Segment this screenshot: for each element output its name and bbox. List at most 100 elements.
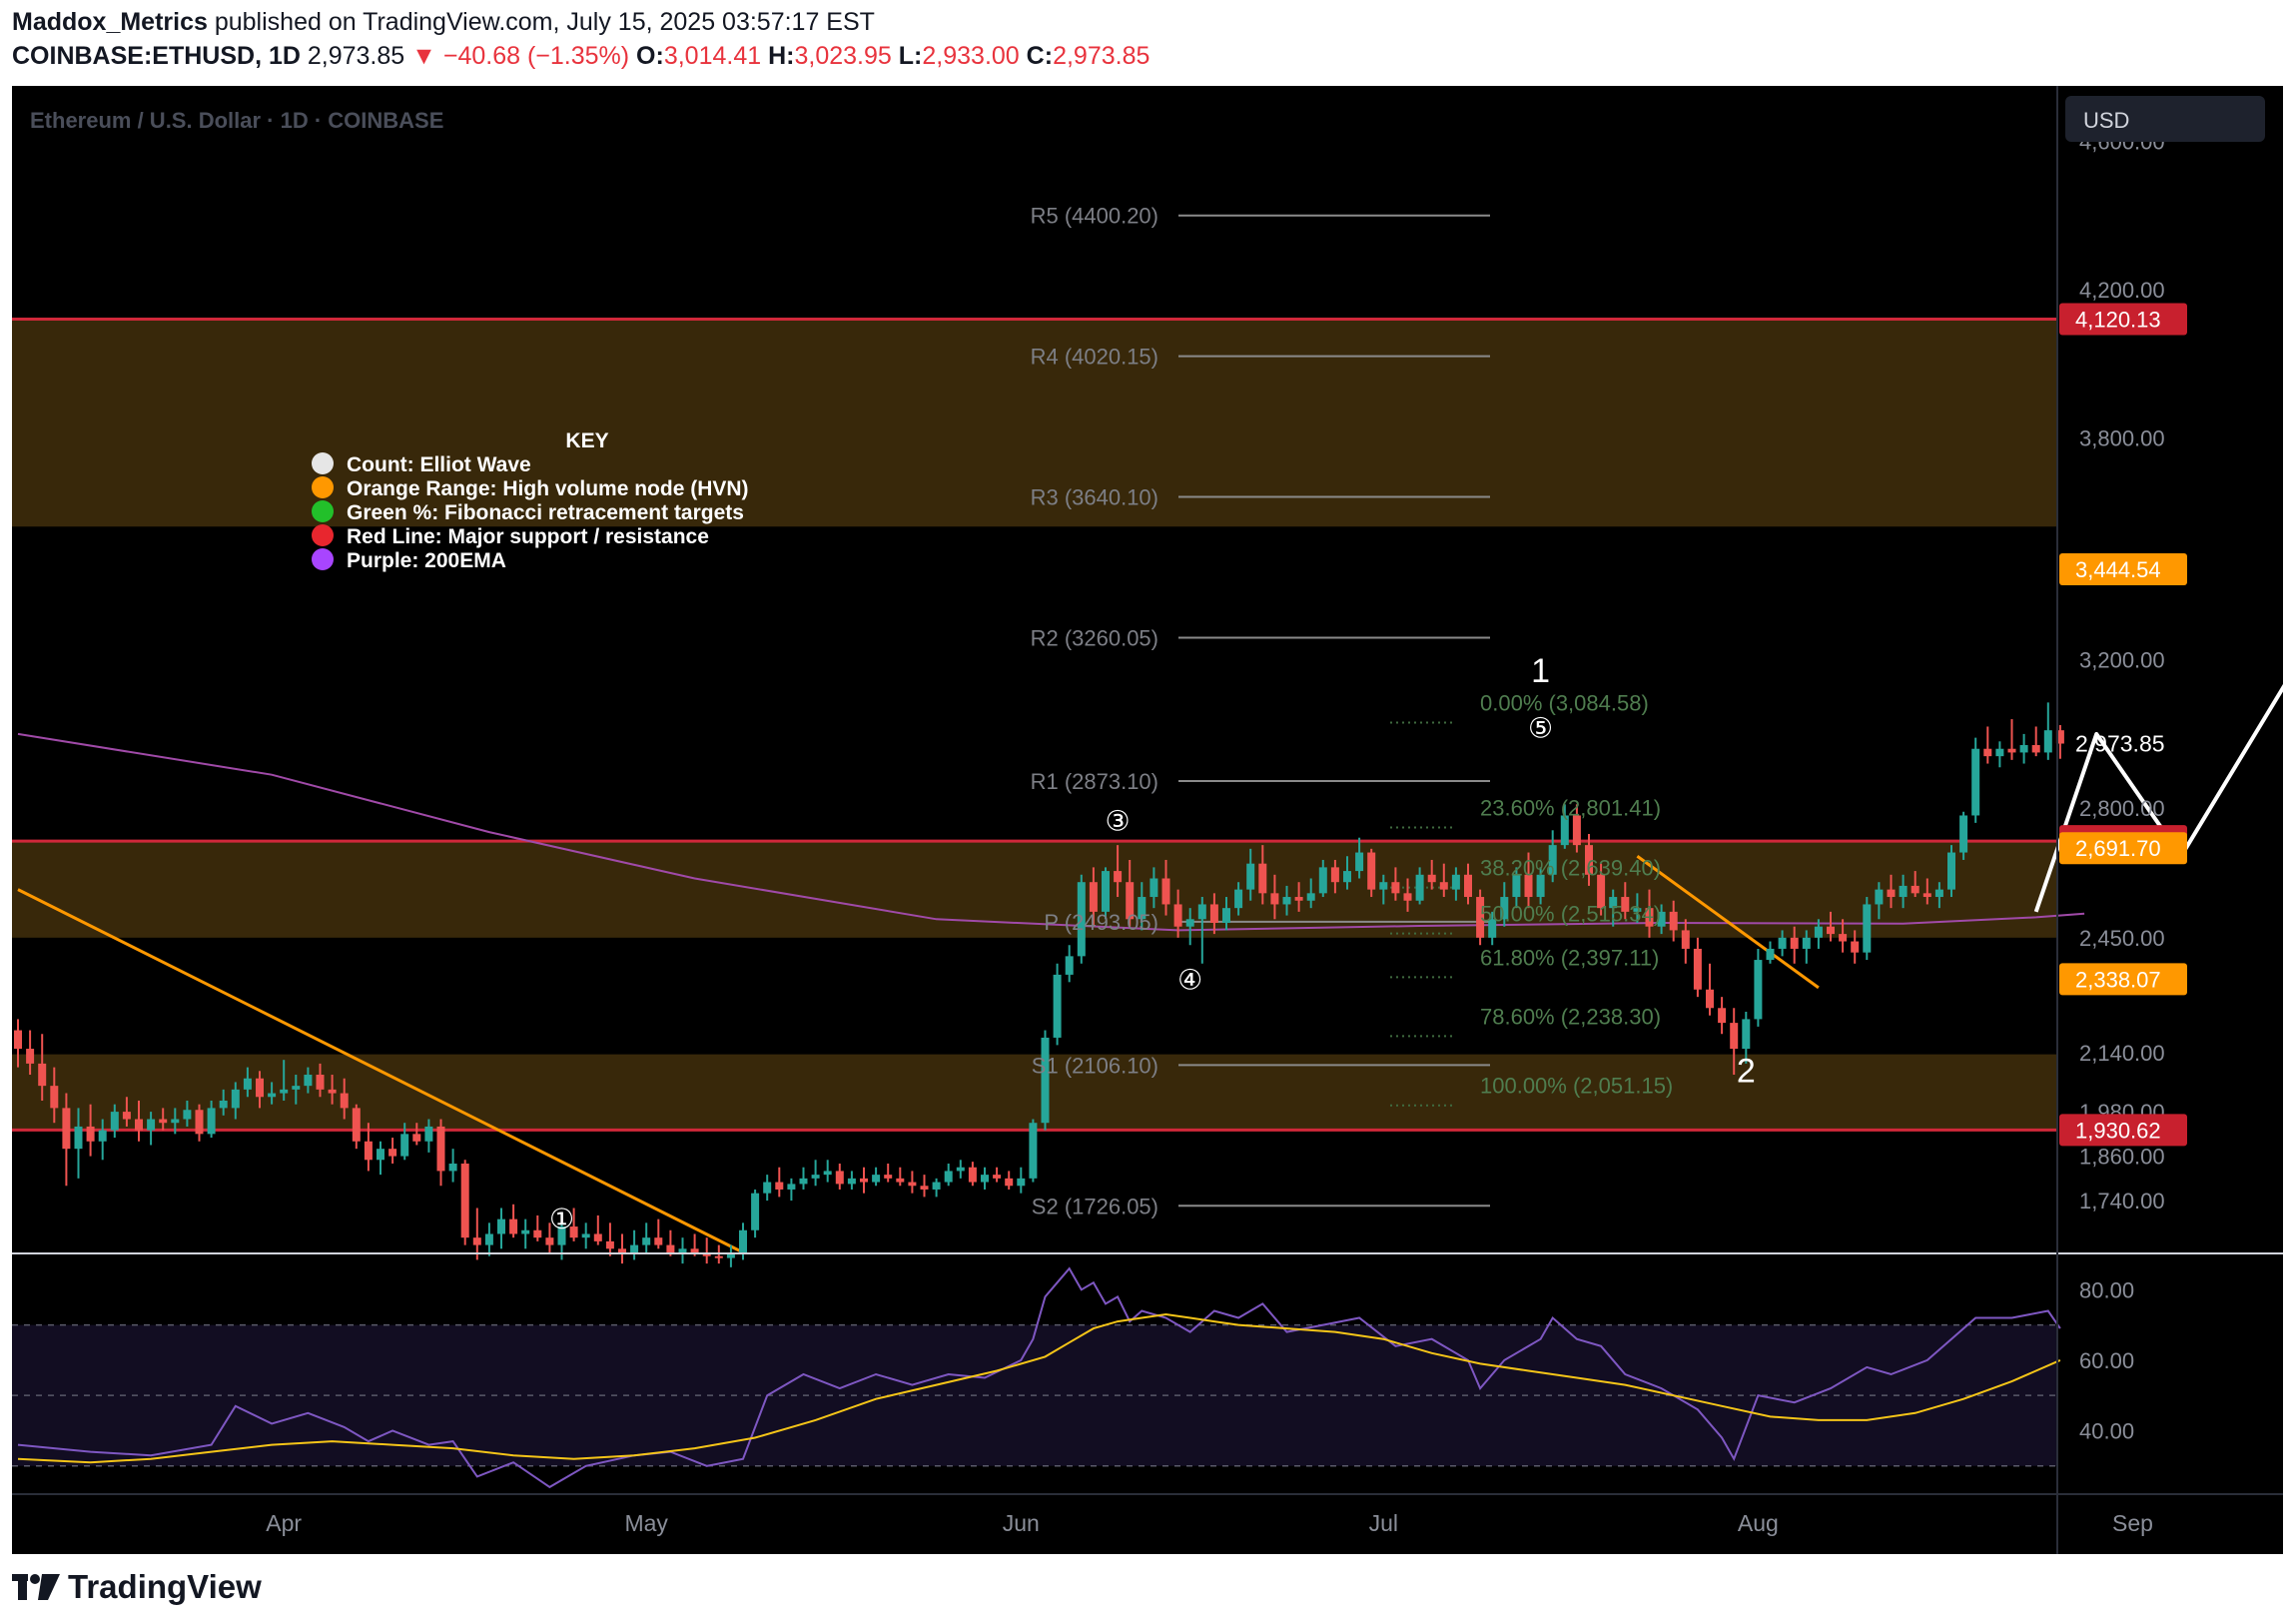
candle-body bbox=[50, 1086, 59, 1109]
author-name[interactable]: Maddox_Metrics bbox=[12, 8, 208, 36]
legend-item: Red Line: Major support / resistance bbox=[312, 524, 709, 548]
price-tick-label: 3,200.00 bbox=[2079, 648, 2165, 673]
candle-body bbox=[896, 1178, 905, 1183]
candle-body bbox=[98, 1130, 107, 1142]
fib-label: 38.20% (2,639.40) bbox=[1480, 856, 1661, 881]
candle-body bbox=[1114, 871, 1123, 883]
candle-body bbox=[424, 1126, 433, 1142]
price-tick-label: 1,740.00 bbox=[2079, 1189, 2165, 1214]
published-text: published on TradingView.com, July 15, 2… bbox=[214, 8, 875, 36]
candle-body bbox=[1270, 893, 1279, 905]
candle-body bbox=[1197, 904, 1206, 920]
candle-body bbox=[412, 1134, 421, 1142]
candle-body bbox=[1464, 874, 1472, 898]
candle-body bbox=[1863, 904, 1872, 953]
candle-body bbox=[920, 1186, 929, 1190]
candle-body bbox=[1439, 882, 1448, 890]
time-tick-label: May bbox=[624, 1510, 668, 1536]
open-label: O: bbox=[636, 42, 664, 70]
candle-body bbox=[968, 1167, 977, 1183]
candle-body bbox=[1017, 1178, 1026, 1187]
time-tick-label: Sep bbox=[2112, 1510, 2153, 1536]
candle-body bbox=[1379, 882, 1388, 890]
candle-body bbox=[1318, 867, 1327, 894]
candle-body bbox=[1173, 904, 1182, 927]
candle-body bbox=[630, 1244, 639, 1252]
candle-body bbox=[1934, 889, 1943, 898]
candle-body bbox=[1451, 874, 1460, 890]
candle-body bbox=[1669, 911, 1678, 931]
candle-body bbox=[328, 1089, 337, 1094]
price-tag-label: 2,973.85 bbox=[2075, 731, 2165, 757]
pivot-label: R2 (3260.05) bbox=[1031, 625, 1158, 650]
chart-frame[interactable]: 4,600.004,200.003,800.003,200.002,800.00… bbox=[12, 86, 2283, 1554]
currency-label: USD bbox=[2083, 108, 2129, 133]
time-tick-label: Jun bbox=[1003, 1510, 1040, 1536]
candle-body bbox=[1403, 893, 1412, 901]
candle[interactable] bbox=[1971, 737, 1980, 823]
candle-body bbox=[799, 1178, 808, 1185]
legend-dot bbox=[312, 500, 334, 522]
candle-body bbox=[1947, 852, 1955, 890]
candle-body bbox=[1827, 926, 1835, 935]
price-tag-label: 1,930.62 bbox=[2075, 1118, 2161, 1143]
candle-body bbox=[1282, 897, 1291, 905]
rsi-tick-label: 40.00 bbox=[2079, 1418, 2134, 1443]
candle-body bbox=[993, 1175, 1002, 1179]
candle-body bbox=[872, 1175, 881, 1183]
candle-body bbox=[1294, 897, 1303, 901]
currency-button[interactable]: USD bbox=[2065, 96, 2265, 142]
price-tick-label: 3,800.00 bbox=[2079, 425, 2165, 450]
candle-body bbox=[1730, 1023, 1739, 1050]
candle[interactable] bbox=[1053, 963, 1062, 1046]
candle-body bbox=[1053, 974, 1062, 1038]
candle[interactable] bbox=[1947, 845, 1955, 898]
candle-body bbox=[509, 1218, 518, 1234]
price-tick-label: 1,860.00 bbox=[2079, 1145, 2165, 1170]
candle-body bbox=[1102, 871, 1110, 912]
candle-body bbox=[690, 1248, 699, 1252]
candle-body bbox=[268, 1093, 277, 1098]
candle-body bbox=[739, 1229, 747, 1252]
candle-body bbox=[195, 1110, 204, 1135]
candle-body bbox=[1887, 889, 1896, 898]
candle-body bbox=[1983, 748, 1992, 757]
candle-body bbox=[1802, 937, 1811, 949]
candle-body bbox=[908, 1182, 917, 1187]
candle-body bbox=[472, 1237, 481, 1245]
candle-body bbox=[775, 1182, 784, 1190]
candle-body bbox=[1995, 748, 2004, 757]
candle-body bbox=[1258, 863, 1267, 894]
candle-body bbox=[62, 1108, 71, 1150]
low-label: L: bbox=[898, 42, 923, 70]
pivot-label: R3 (3640.10) bbox=[1031, 485, 1158, 510]
fib-label: 0.00% (3,084.58) bbox=[1480, 691, 1649, 716]
legend-label: Count: Elliot Wave bbox=[347, 453, 531, 476]
candle[interactable] bbox=[1029, 1119, 1038, 1183]
candle[interactable] bbox=[460, 1160, 469, 1245]
candle[interactable] bbox=[1041, 1030, 1050, 1131]
low-value: 2,933.00 bbox=[922, 42, 1020, 70]
candle-body bbox=[1839, 934, 1848, 942]
tradingview-logo-icon bbox=[12, 1574, 60, 1600]
candle-body bbox=[1367, 852, 1376, 890]
tradingview-logo[interactable]: TradingView bbox=[12, 1568, 262, 1606]
wave-label: ③ bbox=[1106, 805, 1131, 836]
candle-body bbox=[364, 1141, 373, 1161]
wave-label: ① bbox=[549, 1204, 574, 1234]
candle-body bbox=[135, 1119, 143, 1131]
candle-body bbox=[377, 1149, 384, 1161]
candle[interactable] bbox=[1863, 897, 1872, 961]
candle[interactable] bbox=[1754, 948, 1763, 1027]
candle-body bbox=[605, 1240, 614, 1249]
legend-label: Red Line: Major support / resistance bbox=[347, 525, 709, 548]
fib-label: 61.80% (2,397.11) bbox=[1480, 945, 1659, 970]
candle-body bbox=[436, 1126, 445, 1172]
candle-body bbox=[2019, 745, 2028, 753]
candle-body bbox=[1706, 989, 1714, 1009]
price-tag-label: 2,338.07 bbox=[2075, 967, 2161, 992]
candle-body bbox=[1065, 956, 1074, 975]
candle-body bbox=[388, 1149, 397, 1157]
candle-body bbox=[714, 1255, 723, 1258]
price-tick-label: 4,200.00 bbox=[2079, 278, 2165, 303]
